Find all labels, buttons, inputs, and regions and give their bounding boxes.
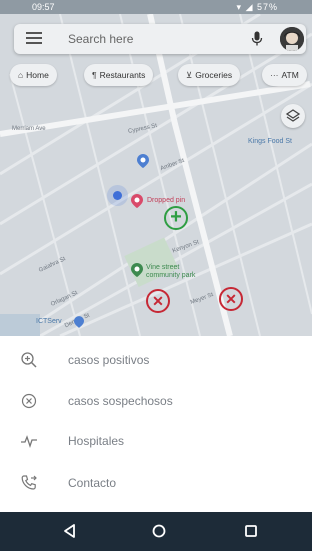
ictserv-pin-icon[interactable] xyxy=(74,316,84,328)
park-pin-icon[interactable] xyxy=(131,263,143,277)
menu-icon[interactable] xyxy=(26,32,42,46)
zoom-in-icon xyxy=(21,352,37,368)
map-view[interactable]: Merriam Ave Cypress St Amber St Kenyon S… xyxy=(0,14,312,336)
heartbeat-icon xyxy=(21,435,37,449)
home-icon: ⌂ xyxy=(18,70,24,80)
search-bar[interactable]: Search here xyxy=(14,24,306,54)
menu-item-label: Contacto xyxy=(68,476,117,490)
menu-item-positive-cases[interactable]: casos positivos xyxy=(0,339,312,379)
chip-home-label: Home xyxy=(26,70,49,80)
map-label-vine-park-line1: Vine street xyxy=(146,264,180,271)
avatar[interactable] xyxy=(280,27,304,51)
system-nav-bar xyxy=(0,512,312,551)
map-label-avenue: Merriam Ave xyxy=(12,126,46,132)
status-time: 09:57 xyxy=(32,2,55,12)
layers-icon xyxy=(285,109,301,122)
chip-groceries[interactable]: ⊻ Groceries xyxy=(178,64,241,86)
chip-home[interactable]: ⌂ Home xyxy=(10,64,57,86)
chip-restaurants[interactable]: ¶ Restaurants xyxy=(84,64,154,86)
map-streets xyxy=(0,14,312,336)
poi-pin-icon[interactable] xyxy=(137,154,149,168)
home-circle-icon[interactable] xyxy=(150,522,168,540)
menu-item-suspect-cases[interactable]: casos sospechosos xyxy=(0,380,312,420)
chip-groceries-label: Groceries xyxy=(195,70,233,80)
positive-case-marker[interactable]: + xyxy=(164,206,188,230)
map-label-vine-park-line2: community park xyxy=(146,272,196,279)
layers-button[interactable] xyxy=(281,104,305,128)
fork-knife-icon: ¶ xyxy=(92,70,97,80)
user-location-dot xyxy=(113,191,122,200)
category-chips: ⌂ Home ¶ Restaurants ⊻ Groceries ··· ATM xyxy=(10,64,312,86)
dropped-pin-icon[interactable] xyxy=(131,194,143,208)
suspect-case-marker[interactable]: ✕ xyxy=(219,287,243,311)
atm-icon: ··· xyxy=(270,70,279,80)
map-label-kings-food[interactable]: Kings Food St xyxy=(248,138,292,145)
menu-item-label: casos sospechosos xyxy=(68,394,173,408)
legend-menu: casos positivos casos sospechosos Hospit… xyxy=(0,336,312,512)
recents-icon[interactable] xyxy=(242,522,260,540)
chip-atm-label: ATM xyxy=(281,70,299,80)
back-icon[interactable] xyxy=(61,522,79,540)
status-icons: ▾ ◢ 57% xyxy=(236,2,278,12)
chip-restaurants-label: Restaurants xyxy=(99,70,146,80)
cart-icon: ⊻ xyxy=(186,70,193,80)
profile-photo xyxy=(280,27,304,51)
menu-item-contact[interactable]: Contacto xyxy=(0,462,312,502)
mic-icon[interactable] xyxy=(251,31,263,47)
map-label-ictserv[interactable]: ICTServ xyxy=(36,318,62,325)
suspect-case-marker[interactable]: ✕ xyxy=(146,289,170,313)
menu-item-hospitals[interactable]: Hospitales xyxy=(0,420,312,460)
cancel-circle-icon xyxy=(21,393,37,409)
menu-item-label: Hospitales xyxy=(68,434,125,448)
search-placeholder[interactable]: Search here xyxy=(68,32,133,46)
map-label-vine-park[interactable]: Vine street community park xyxy=(146,264,195,280)
phone-forward-icon xyxy=(21,475,37,490)
status-bar: 09:57 ▾ ◢ 57% xyxy=(0,0,312,14)
map-label-dropped-pin[interactable]: Dropped pin xyxy=(147,197,185,204)
menu-item-label: casos positivos xyxy=(68,353,150,367)
chip-atm[interactable]: ··· ATM xyxy=(262,64,307,86)
